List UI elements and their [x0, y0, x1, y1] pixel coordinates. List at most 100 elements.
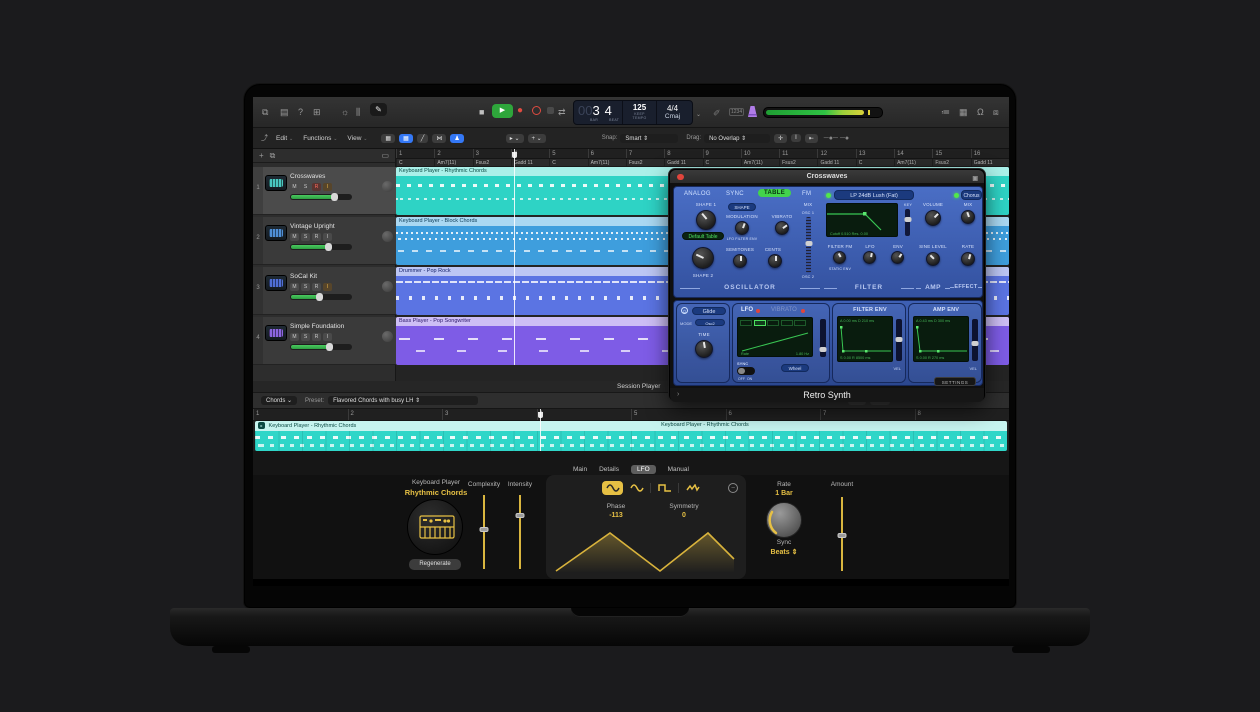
list-editors-icon[interactable]: ≔ [941, 105, 950, 119]
zoom-tool-icon[interactable]: ⇤ [805, 134, 818, 143]
disclosure-icon[interactable]: › [677, 388, 679, 402]
catch-playhead-icon[interactable]: ✛ [774, 134, 787, 143]
chord-cell[interactable]: Fsus2 [779, 159, 817, 166]
editor-ruler-bar-number[interactable]: 8 [915, 409, 1010, 420]
regenerate-button[interactable]: Regenerate [409, 559, 461, 570]
filter-display[interactable]: Cutoff 0.510 Res. 0.00 [826, 203, 898, 237]
drag-select[interactable]: No Overlap ⇕ [704, 134, 770, 143]
chords-menu[interactable]: Chords ⌄ [261, 396, 297, 405]
metronome-icon[interactable] [747, 105, 758, 118]
phase-value[interactable]: -113 [586, 512, 646, 519]
lfo-wave-2-icon[interactable] [754, 320, 766, 326]
filter-power-led[interactable] [826, 193, 831, 198]
horizontal-zoom-slider[interactable]: ─● [840, 135, 849, 142]
tab-table[interactable]: TABLE [758, 189, 791, 197]
track-r-button[interactable]: R [312, 333, 321, 341]
chord-cell[interactable]: C [549, 159, 587, 166]
symmetry-value[interactable]: 0 [654, 512, 714, 519]
functions-menu[interactable]: Functions ⌄ [303, 135, 337, 142]
glide-mode-value[interactable]: Osc2 [695, 319, 725, 326]
filter-env-knob[interactable] [891, 251, 904, 264]
track-i-button[interactable]: I [323, 283, 332, 291]
track-s-button[interactable]: S [301, 333, 310, 341]
pencil-tool-icon[interactable]: ✎ [370, 103, 387, 116]
track-header[interactable]: 1CrosswavesMSRI [253, 167, 396, 215]
glide-time-knob[interactable] [695, 340, 713, 358]
stop-button[interactable]: ■ [479, 105, 484, 119]
tuner-icon[interactable]: ✐ [713, 106, 721, 120]
glide-select[interactable]: Glide [692, 307, 726, 315]
chord-cell[interactable]: Gadd 11 [511, 159, 549, 166]
chord-cell[interactable]: Fsus2 [626, 159, 664, 166]
chord-track[interactable]: CAm7(11)Fsus2Gadd 11CAm7(11)Fsus2Gadd 11… [396, 159, 1009, 167]
effect-power-led[interactable] [954, 193, 959, 198]
preset-select[interactable]: Flavored Chords with busy LH ⇕ [328, 396, 478, 405]
editor-ruler-bar-number[interactable]: 5 [631, 409, 726, 420]
filter-lfo-knob[interactable] [863, 251, 876, 264]
ruler-bar-number[interactable]: 10 [741, 149, 779, 158]
lfo-waveform-display[interactable] [554, 521, 738, 575]
ruler-bar-number[interactable]: 12 [817, 149, 855, 158]
track-header[interactable]: 4Simple FoundationMSRI [253, 317, 396, 365]
lfo-remove-icon[interactable]: − [728, 483, 738, 493]
chord-cell[interactable]: Fsus2 [932, 159, 970, 166]
chord-cell[interactable]: Fsus2 [473, 159, 511, 166]
tab-lfo[interactable]: LFO [631, 465, 656, 474]
lcd-chevron-icon[interactable]: ⌄ [696, 108, 701, 122]
help-icon[interactable]: ? [298, 105, 303, 119]
track-i-button[interactable]: I [323, 333, 332, 341]
track-pan-knob[interactable] [382, 331, 393, 342]
view-menu[interactable]: View ⌄ [347, 135, 367, 142]
default-table-display[interactable]: Default Table [682, 232, 724, 240]
chord-cell[interactable]: Gadd 11 [664, 159, 702, 166]
chord-cell[interactable]: Am7(11) [741, 159, 779, 166]
vibrato-led[interactable] [801, 309, 805, 313]
lcd-display[interactable]: 003 4 BARBEAT 125 KEEP TEMPO 4/4 Cmaj [573, 100, 693, 125]
lfo-square-icon[interactable] [654, 481, 675, 495]
vertical-zoom-slider[interactable]: ─●─ [824, 135, 838, 142]
collapse-headers-icon[interactable]: ▭ [381, 151, 389, 160]
quick-help-panel-icon[interactable]: ▤ [280, 105, 289, 119]
lfo-display[interactable]: Rate 1.80 Hz [737, 317, 813, 357]
chord-cell[interactable]: C [703, 159, 741, 166]
link-icon[interactable]: ▣ [972, 173, 978, 186]
tab-main[interactable]: Main [573, 466, 587, 473]
playhead[interactable] [514, 149, 515, 365]
record-button[interactable]: ● [517, 105, 523, 117]
effect-rate-knob[interactable] [961, 252, 975, 266]
rate-value[interactable]: 1 Bar [754, 490, 814, 497]
editor-ruler-bar-number[interactable]: 4 [537, 409, 632, 420]
track-header[interactable]: 2Vintage UprightMSRI [253, 217, 396, 265]
track-r-button[interactable]: R [312, 233, 321, 241]
mixer-icon[interactable]: ⫼ [356, 105, 360, 119]
effect-mix-knob[interactable] [961, 210, 975, 224]
track-i-button[interactable]: I [323, 183, 332, 191]
editor-ruler-bar-number[interactable]: 7 [820, 409, 915, 420]
chord-cell[interactable]: C [856, 159, 894, 166]
track-s-button[interactable]: S [301, 283, 310, 291]
capture-record-button[interactable] [532, 106, 541, 115]
ruler-bar-number[interactable]: 6 [588, 149, 626, 158]
vibrato-tab[interactable]: VIBRATO [771, 307, 797, 313]
track-m-button[interactable]: M [290, 183, 299, 191]
amp-env-vel-slider[interactable] [972, 319, 978, 361]
track-pan-knob[interactable] [382, 281, 393, 292]
intensity-slider[interactable] [519, 495, 521, 569]
ruler-bar-number[interactable]: 13 [856, 149, 894, 158]
key-slider[interactable] [905, 209, 910, 236]
lfo-wheel-select[interactable]: Wheel [781, 364, 809, 372]
lfo-wave-1-icon[interactable] [740, 320, 752, 326]
ruler-bar-number[interactable]: 5 [549, 149, 587, 158]
editor-bar-ruler[interactable]: 12345678 [253, 409, 1009, 421]
editor-ruler-bar-number[interactable]: 6 [726, 409, 821, 420]
command-tool-menu[interactable]: + ⌄ [528, 134, 546, 143]
track-pan-knob[interactable] [382, 231, 393, 242]
track-volume-slider[interactable] [290, 294, 352, 300]
track-r-button[interactable]: R [312, 283, 321, 291]
tab-sync[interactable]: SYNC [726, 191, 744, 197]
track-i-button[interactable]: I [323, 233, 332, 241]
editor-region[interactable]: ▸ Keyboard Player - Rhythmic Chords Keyb… [255, 421, 1007, 451]
note-pads-icon[interactable]: ▦ [959, 105, 968, 119]
lfo-amount-slider[interactable] [820, 319, 826, 357]
automation-icon[interactable]: ╱ [417, 134, 429, 143]
